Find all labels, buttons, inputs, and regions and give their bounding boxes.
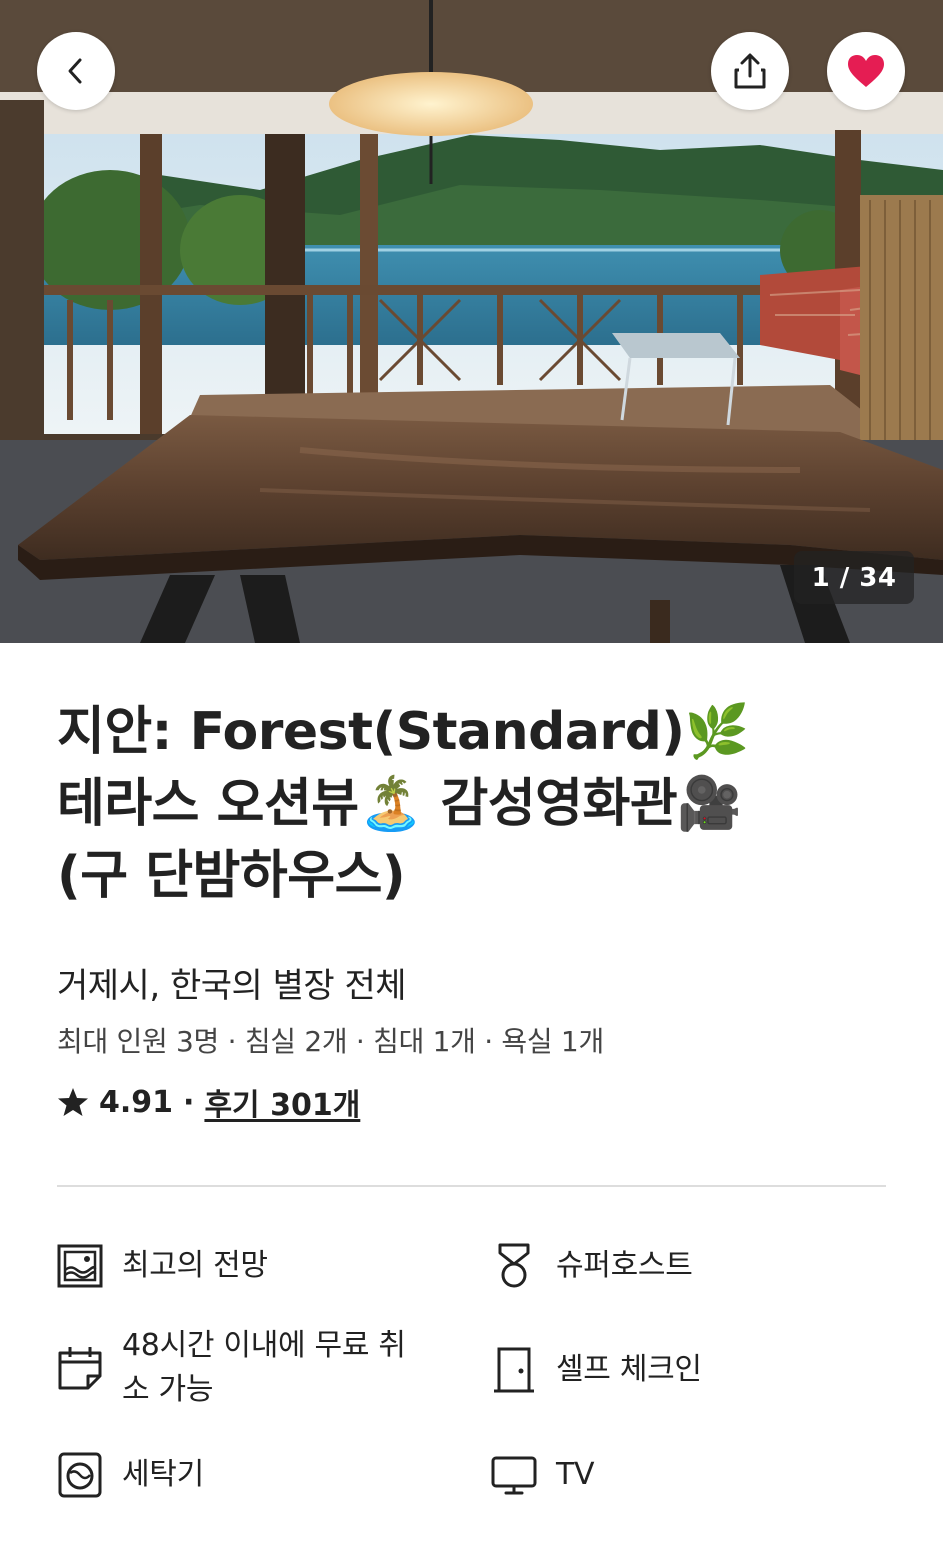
listing-capacity: 최대 인원 3명 · 침실 2개 · 침대 1개 · 욕실 1개 — [57, 1025, 604, 1058]
feature-tv: TV — [490, 1451, 856, 1499]
feature-label: 셀프 체크인 — [556, 1352, 702, 1387]
feature-label: 48시간 이내에 무료 취소 가능 — [122, 1328, 406, 1407]
share-icon — [734, 53, 766, 89]
listing-photo[interactable]: 1 / 34 — [0, 0, 943, 643]
listing-title-line: 테라스 오션뷰🏝️ 감성영화관🎥 — [57, 774, 742, 834]
picture-icon — [57, 1244, 103, 1288]
chevron-left-icon — [68, 58, 82, 84]
star-icon — [58, 1088, 88, 1116]
photo-image — [0, 0, 943, 643]
listing-title-line: 지안: Forest(Standard)🌿 — [57, 702, 749, 762]
listing-page: 1 / 34 지안: Forest(Standard)🌿 테라스 오션뷰🏝️ 감… — [0, 0, 943, 1548]
feature-superhost: 슈퍼호스트 — [490, 1242, 856, 1290]
feature-washer: 세탁기 — [56, 1451, 422, 1499]
feature-label: TV — [556, 1457, 595, 1492]
rating-value: 4.91 — [99, 1084, 174, 1120]
feature-label: 슈퍼호스트 — [556, 1248, 693, 1283]
rating-row: 4.91 · 후기 301개 — [57, 1080, 360, 1124]
back-button[interactable] — [37, 32, 115, 110]
rating-separator: · — [183, 1084, 195, 1120]
share-button[interactable] — [711, 32, 789, 110]
door-icon — [494, 1347, 534, 1393]
feature-free-cancellation: 48시간 이내에 무료 취소 가능 — [56, 1324, 422, 1412]
feature-self-check-in: 셀프 체크인 — [490, 1346, 856, 1394]
heart-icon — [848, 55, 884, 87]
reviews-link[interactable]: 후기 301개 — [204, 1080, 360, 1124]
washer-icon — [58, 1452, 102, 1498]
divider — [57, 1185, 886, 1187]
listing-subtitle: 거제시, 한국의 별장 전체 — [57, 966, 407, 1006]
feature-label: 최고의 전망 — [122, 1248, 268, 1283]
medal-icon — [498, 1243, 530, 1288]
feature-best-view: 최고의 전망 — [56, 1242, 422, 1290]
listing-title: 지안: Forest(Standard)🌿 테라스 오션뷰🏝️ 감성영화관🎥 (… — [57, 696, 897, 912]
photo-counter: 1 / 34 — [794, 551, 914, 604]
tv-icon — [491, 1456, 537, 1495]
listing-title-line: (구 단밤하우스) — [57, 846, 406, 906]
favorite-button[interactable] — [827, 32, 905, 110]
calendar-icon — [58, 1347, 102, 1390]
feature-label: 세탁기 — [122, 1457, 204, 1492]
